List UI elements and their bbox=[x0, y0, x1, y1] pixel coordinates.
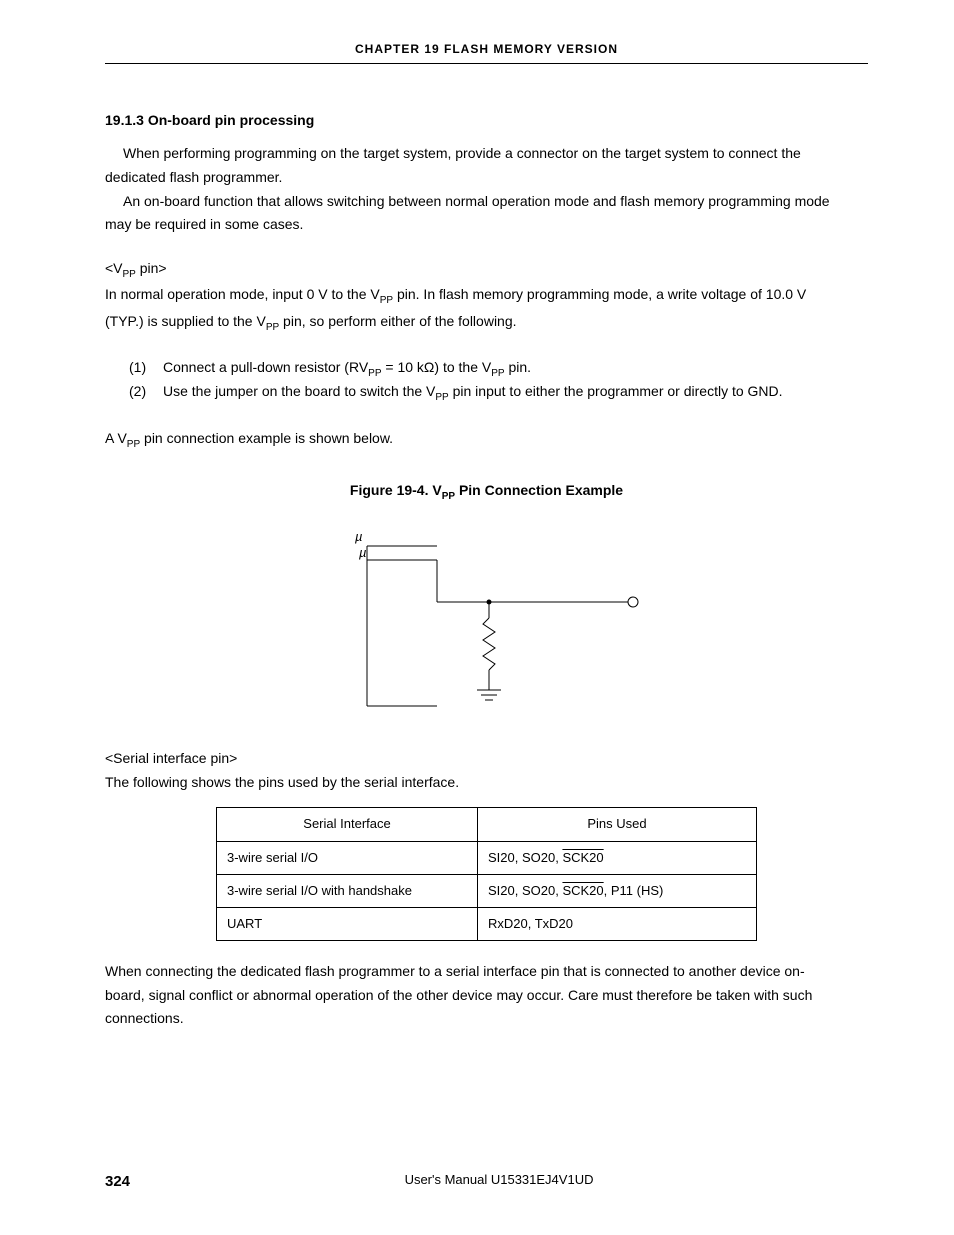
table-header: Serial Interface bbox=[217, 808, 478, 841]
paragraph: dedicated flash programmer. bbox=[105, 167, 868, 189]
table-cell: SI20, SO20, SCK20, P11 (HS) bbox=[478, 874, 757, 907]
resistor-icon bbox=[483, 618, 495, 670]
pins-table: Serial Interface Pins Used 3-wire serial… bbox=[216, 807, 757, 941]
paragraph: In normal operation mode, input 0 V to t… bbox=[105, 284, 868, 308]
paragraph: When connecting the dedicated flash prog… bbox=[105, 961, 868, 983]
numbered-list: (1) Connect a pull-down resistor (RVPP =… bbox=[105, 357, 868, 406]
mu-label: µ bbox=[355, 529, 363, 544]
table-header-row: Serial Interface Pins Used bbox=[217, 808, 757, 841]
paragraph: may be required in some cases. bbox=[105, 214, 868, 236]
manual-id: User's Manual U15331EJ4V1UD bbox=[105, 1170, 868, 1190]
circuit-diagram-svg: µ µ bbox=[307, 524, 667, 724]
section-number: 19.1.3 bbox=[105, 112, 144, 128]
subsection-label: <VPP pin> bbox=[105, 258, 868, 282]
paragraph: (TYP.) is supplied to the VPP pin, so pe… bbox=[105, 311, 868, 335]
chapter-header: CHAPTER 19 FLASH MEMORY VERSION bbox=[105, 40, 868, 64]
table-cell: 3-wire serial I/O bbox=[217, 841, 478, 874]
paragraph: The following shows the pins used by the… bbox=[105, 772, 868, 794]
table-row: UART RxD20, TxD20 bbox=[217, 907, 757, 940]
table-cell: 3-wire serial I/O with handshake bbox=[217, 874, 478, 907]
mu-label: µ bbox=[359, 545, 367, 560]
paragraph: When performing programming on the targe… bbox=[105, 143, 868, 165]
paragraph: connections. bbox=[105, 1008, 868, 1030]
subsection-label: <Serial interface pin> bbox=[105, 748, 868, 770]
list-text: Use the jumper on the board to switch th… bbox=[163, 381, 783, 405]
page-number: 324 bbox=[105, 1170, 130, 1193]
document-page: CHAPTER 19 FLASH MEMORY VERSION 19.1.3 O… bbox=[0, 0, 954, 1235]
figure-caption: Figure 19-4. VPP Pin Connection Example bbox=[105, 480, 868, 504]
section-heading: 19.1.3 On-board pin processing bbox=[105, 110, 868, 132]
table-cell: RxD20, TxD20 bbox=[478, 907, 757, 940]
list-number: (2) bbox=[129, 381, 163, 405]
vpp-pin-section: <VPP pin> In normal operation mode, inpu… bbox=[105, 258, 868, 335]
page-footer: 324 User's Manual U15331EJ4V1UD bbox=[105, 1170, 868, 1193]
figure-diagram: µ µ bbox=[105, 524, 868, 724]
serial-pin-section: <Serial interface pin> The following sho… bbox=[105, 748, 868, 1030]
list-text: Connect a pull-down resistor (RVPP = 10 … bbox=[163, 357, 531, 381]
list-number: (1) bbox=[129, 357, 163, 381]
table-row: 3-wire serial I/O SI20, SO20, SCK20 bbox=[217, 841, 757, 874]
paragraph: A VPP pin connection example is shown be… bbox=[105, 428, 868, 452]
list-item: (2) Use the jumper on the board to switc… bbox=[129, 381, 868, 405]
section-title: On-board pin processing bbox=[148, 112, 314, 128]
paragraph: An on-board function that allows switchi… bbox=[105, 191, 868, 213]
table-cell: UART bbox=[217, 907, 478, 940]
table-header: Pins Used bbox=[478, 808, 757, 841]
paragraph: board, signal conflict or abnormal opera… bbox=[105, 985, 868, 1007]
table-row: 3-wire serial I/O with handshake SI20, S… bbox=[217, 874, 757, 907]
list-item: (1) Connect a pull-down resistor (RVPP =… bbox=[129, 357, 868, 381]
terminal-icon bbox=[628, 597, 638, 607]
table-cell: SI20, SO20, SCK20 bbox=[478, 841, 757, 874]
